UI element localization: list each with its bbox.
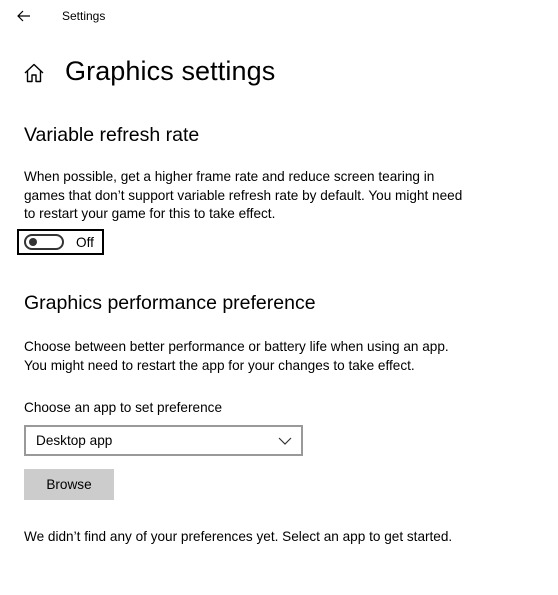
page-header: Graphics settings — [0, 54, 558, 94]
back-arrow-icon — [17, 10, 30, 22]
title-bar: Settings — [0, 0, 558, 33]
page-title: Graphics settings — [65, 56, 276, 86]
chevron-down-icon — [278, 437, 292, 445]
app-type-dropdown[interactable]: Desktop app — [24, 425, 303, 456]
variable-refresh-rate-description: When possible, get a higher frame rate a… — [24, 169, 463, 221]
app-type-dropdown-value: Desktop app — [36, 433, 113, 448]
no-preferences-message: We didn’t find any of your preferences y… — [24, 529, 453, 544]
app-type-dropdown-label: Choose an app to set preference — [24, 400, 222, 415]
home-icon[interactable] — [23, 62, 45, 84]
variable-refresh-rate-heading: Variable refresh rate — [24, 124, 200, 146]
app-title: Settings — [62, 9, 106, 23]
graphics-performance-heading: Graphics performance preference — [24, 292, 316, 314]
back-button[interactable] — [10, 4, 38, 28]
toggle-state-label: Off — [76, 234, 94, 250]
toggle-track — [24, 234, 64, 250]
toggle-knob — [29, 238, 37, 246]
browse-button[interactable]: Browse — [24, 469, 114, 500]
graphics-performance-description: Choose between better performance or bat… — [24, 339, 449, 373]
variable-refresh-rate-toggle[interactable]: Off — [17, 229, 104, 255]
settings-window: Settings Graphics settings Variable refr… — [0, 0, 558, 595]
